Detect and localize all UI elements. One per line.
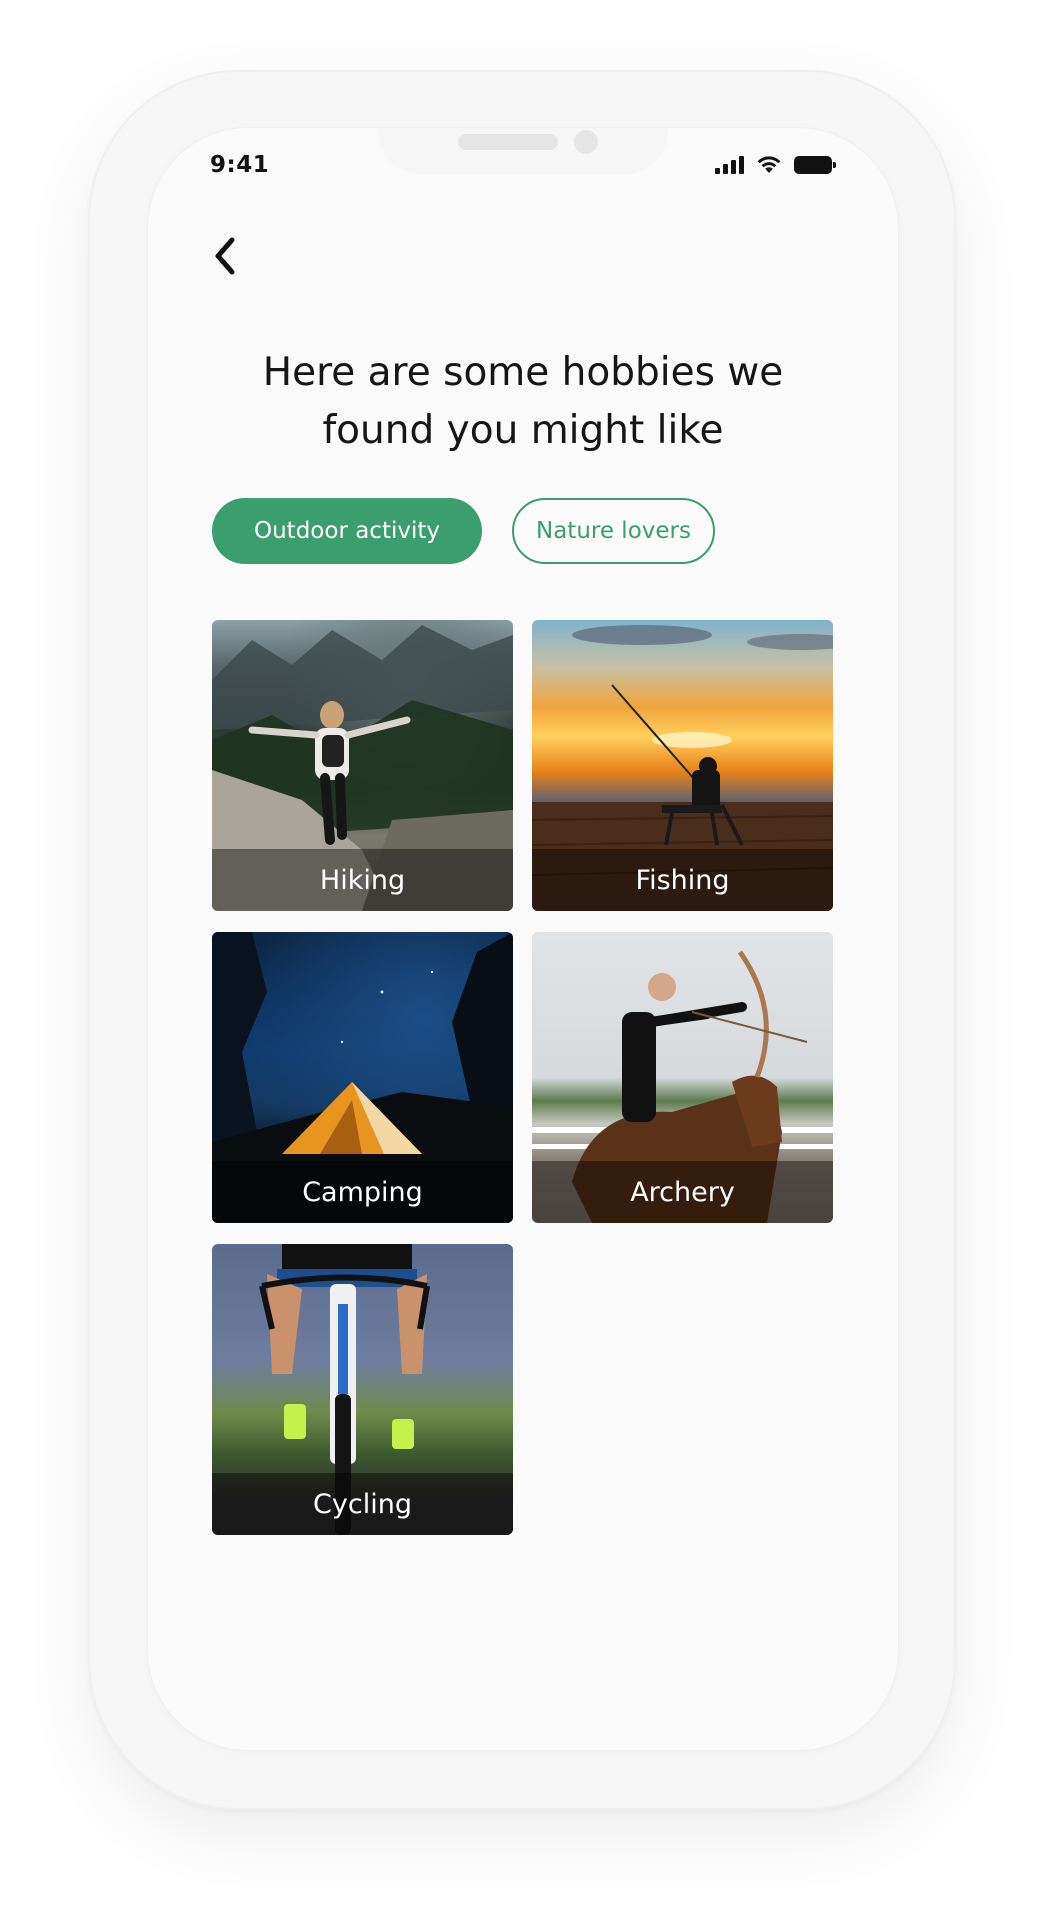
hobby-label: Fishing — [532, 849, 833, 911]
speaker-grille — [458, 134, 558, 150]
front-camera — [574, 130, 598, 154]
hobby-card-camping[interactable]: Camping — [212, 932, 513, 1223]
status-time: 9:41 — [210, 152, 270, 178]
hobby-card-hiking[interactable]: Hiking — [212, 620, 513, 911]
hobby-grid: Hiking Fishing Camping Archery Cycling — [212, 620, 833, 1535]
hobby-card-archery[interactable]: Archery — [532, 932, 833, 1223]
hobby-label: Archery — [532, 1161, 833, 1223]
hobby-card-cycling[interactable]: Cycling — [212, 1244, 513, 1535]
status-icons — [715, 155, 836, 174]
cellular-signal-icon — [715, 156, 744, 174]
category-tags: Outdoor activity Nature lovers — [212, 498, 715, 564]
hobby-label: Camping — [212, 1161, 513, 1223]
app-screen: 9:41 Here are some hobbies we found you … — [148, 128, 898, 1750]
tag-nature-lovers[interactable]: Nature lovers — [512, 498, 715, 564]
battery-icon — [794, 156, 836, 174]
chevron-left-icon — [215, 237, 235, 275]
wifi-icon — [757, 156, 781, 173]
device-stage: 9:41 Here are some hobbies we found you … — [0, 0, 1046, 1920]
page-title-line-2: found you might like — [322, 408, 724, 453]
hobby-label: Hiking — [212, 849, 513, 911]
page-title: Here are some hobbies we found you might… — [188, 344, 858, 460]
notch — [378, 128, 668, 174]
page-title-line-1: Here are some hobbies we — [262, 350, 784, 395]
back-button[interactable] — [206, 228, 246, 284]
hobby-card-fishing[interactable]: Fishing — [532, 620, 833, 911]
hobby-label: Cycling — [212, 1473, 513, 1535]
tag-outdoor-activity[interactable]: Outdoor activity — [212, 498, 482, 564]
